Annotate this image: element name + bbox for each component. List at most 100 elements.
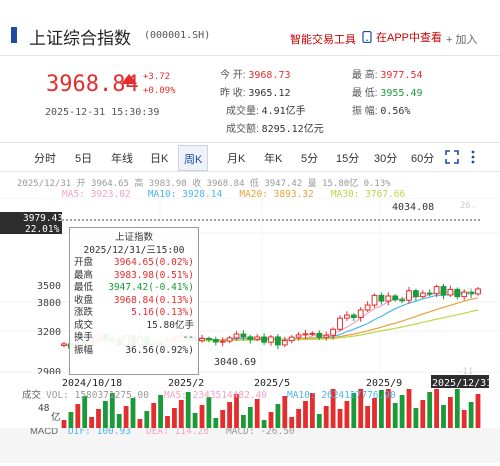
fullscreen-icon[interactable] (445, 150, 459, 164)
period-high-label: 4034.08 (392, 202, 434, 213)
pct-tick-mid: 7. (467, 288, 478, 298)
volume-bar (103, 401, 108, 428)
candle-body (268, 336, 274, 343)
pct-tick-top: 26. (460, 201, 476, 211)
volume-bar (392, 403, 398, 428)
tab-5day[interactable]: 5日 (75, 150, 92, 166)
vol-y-tick: 48 (38, 403, 50, 414)
tab-30min[interactable]: 30分 (374, 150, 397, 166)
volume-bar (289, 417, 295, 428)
candle-body (350, 314, 357, 318)
tooltip-row: 开盘 3964.65(0.02%) (74, 257, 194, 270)
tab-yearly-k[interactable]: 年K (264, 150, 282, 166)
title-marker (11, 27, 17, 43)
volume-bar (268, 412, 274, 428)
vol-value: 4.91亿手 (261, 106, 306, 117)
ohlc-summary: 2025/12/31 开 3964.65 高 3983.98 收 3968.84… (17, 179, 391, 189)
amt-value: 8295.12亿元 (261, 124, 324, 135)
vol-ma5-label: MA5: 2343514482.40 (164, 390, 267, 401)
tab-5min[interactable]: 5分 (301, 150, 318, 166)
candle-body (219, 340, 226, 343)
amt-label: 成交额: (226, 124, 259, 135)
open-label: 今 开: (220, 70, 246, 81)
candle-body (337, 317, 343, 330)
smart-trading-tools-link[interactable]: 智能交易工具 (290, 31, 356, 47)
tooltip-row: 成交 15.80亿手 (74, 320, 194, 333)
price-change: +3.72 +0.09% (143, 70, 176, 98)
volume-bar (316, 414, 322, 428)
volume-section-label: 成交 (22, 389, 42, 401)
header: 上证综合指数 (000001.SH) 智能交易工具 在APP中查看 + 加入 (0, 0, 500, 56)
candle-body (378, 294, 385, 302)
candle-body (302, 333, 309, 336)
tooltip-value: 3964.65(0.02%) (113, 257, 194, 268)
volume-bar (61, 420, 67, 428)
macd-band: MACD DIF: 100.93 DEA: 114.28 MACD: -26.5… (0, 426, 500, 463)
tab-60min[interactable]: 60分 (411, 150, 434, 166)
volume-bar (344, 401, 350, 428)
volume-bar (323, 406, 329, 428)
candle-body (288, 336, 295, 342)
candle-body (399, 299, 406, 302)
tooltip-key: 最低 (74, 282, 94, 293)
candle-body (330, 328, 337, 336)
tooltip-row: 最高 3983.98(0.51%) (74, 270, 194, 283)
volume-bar (365, 406, 370, 428)
x-tick-may: 2025/5 (254, 378, 290, 389)
tab-year-line[interactable]: 年线 (111, 150, 133, 166)
candle-body (344, 314, 350, 319)
volume-bar (130, 398, 136, 428)
volume-bar (75, 404, 81, 428)
candle-body (440, 286, 447, 296)
arrow-up-icon (121, 74, 137, 84)
volume-bar (254, 399, 260, 428)
add-watchlist-button[interactable]: + 加入 (446, 31, 477, 47)
tooltip-key: 换手 (74, 332, 94, 343)
tooltip-row: 涨跌 5.16(0.13%) (74, 307, 194, 320)
volume-bar (137, 419, 143, 428)
volume-bar (227, 402, 232, 428)
tab-daily-k[interactable]: 日K (150, 150, 168, 166)
candle-body (385, 295, 392, 302)
candle-body (281, 340, 288, 346)
open-in-app-link[interactable]: 在APP中查看 (362, 29, 442, 45)
quote-low: 最 低: 3955.49 (352, 84, 423, 99)
volume-bar (427, 392, 433, 428)
prev-value: 3965.12 (248, 88, 291, 99)
volume-bar (275, 404, 281, 428)
tab-intraday[interactable]: 分时 (34, 150, 56, 166)
more-options-icon[interactable] (470, 149, 476, 165)
candle-body (357, 309, 364, 318)
tab-15min[interactable]: 15分 (336, 150, 359, 166)
candle-body (371, 294, 378, 306)
quote-prev: 昨 收: 3965.12 (220, 84, 291, 99)
x-crosshair-date: 2025/12/31 (432, 378, 492, 389)
tooltip-row: 收盘 3968.84(0.13%) (74, 295, 194, 308)
tooltip-row: 振幅 36.56(0.92%) (74, 345, 194, 358)
volume-bar (468, 402, 474, 428)
candle-body (419, 292, 426, 298)
volume-bar (337, 409, 343, 428)
volume-bar (206, 397, 212, 428)
tab-weekly-k[interactable]: 周K (178, 145, 209, 171)
candle-body (199, 338, 205, 342)
candle-body (212, 338, 219, 343)
volume-bar (192, 413, 198, 428)
volume-bar (123, 406, 129, 428)
period-low-label: 3040.69 (214, 357, 256, 368)
vol-unit: 亿 (51, 411, 61, 423)
tooltip-value: 3968.84(0.13%) (113, 294, 194, 306)
volume-bar (220, 410, 226, 428)
tooltip-key: 开盘 (74, 257, 94, 268)
volume-bar (296, 409, 301, 428)
y-tick-3800: 3800 (37, 298, 61, 309)
amp-label: 振 幅: (352, 106, 378, 117)
volume-bar (68, 412, 74, 428)
volume-bar (178, 400, 184, 428)
tooltip-value: 3983.98(0.51%) (113, 269, 194, 281)
tab-monthly-k[interactable]: 月K (227, 150, 245, 166)
crosshair-price: 3979.43 (23, 213, 63, 224)
stock-code: (000001.SH) (144, 30, 211, 41)
high-label: 最 高: (352, 70, 378, 81)
kline-tooltip: 上证指数 2025/12/31/三15:00 开盘 3964.65(0.02%) 最… (69, 227, 199, 375)
